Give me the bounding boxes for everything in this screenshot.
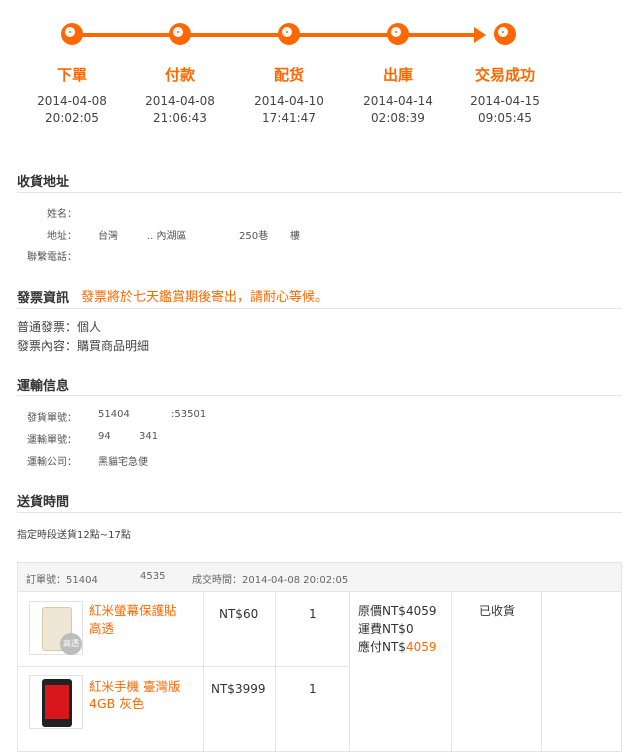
order-number-tail: 4535 <box>140 571 166 582</box>
delivery-window: 指定時段送貨12點~17點 <box>17 530 131 541</box>
progress-step: 付款 2014-04-08 21:06:43 <box>125 64 235 127</box>
step-node-icon <box>387 23 409 45</box>
tracking-number-part: 94 <box>98 431 111 442</box>
step-date: 2014-04-14 <box>363 94 433 108</box>
phone-key: 聯繫電話： <box>27 252 77 263</box>
address-key: 地址： <box>47 231 77 242</box>
step-date: 2014-04-10 <box>254 94 324 108</box>
ship-number-key: 發貨單號： <box>27 413 77 424</box>
phone-screen-icon <box>45 685 69 719</box>
step-label: 配货 <box>273 66 304 84</box>
item-quantity: 1 <box>309 682 317 696</box>
tracking-number-key: 運輸單號： <box>27 435 77 446</box>
address-district: .. 內湖區 <box>147 231 187 242</box>
step-date: 2014-04-08 <box>37 94 107 108</box>
invoice-type: 普通發票：個人 <box>17 320 102 334</box>
progress-step: 下單 2014-04-08 20:02:05 <box>17 64 127 127</box>
carrier-name: 黑貓宅急便 <box>98 457 148 468</box>
step-node-icon <box>61 23 83 45</box>
step-node-icon <box>278 23 300 45</box>
address-floor: 樓 <box>290 231 300 242</box>
step-label: 下單 <box>56 66 87 84</box>
order-status: 已收貨 <box>479 604 516 618</box>
step-time: 20:02:05 <box>45 111 99 125</box>
product-thumbnail-screen-protector[interactable]: 高透 <box>29 601 83 655</box>
step-label: 付款 <box>164 66 195 84</box>
step-date: 2014-04-08 <box>145 94 215 108</box>
tracking-number-part: 341 <box>139 431 159 442</box>
item-price: NT$60 <box>219 607 259 621</box>
row-divider <box>18 666 349 667</box>
payable-prefix: 應付NT$ <box>358 640 406 654</box>
order-time: 成交時間：2014-04-08 20:02:05 <box>192 575 349 586</box>
order-number: 訂單號：51404 <box>26 575 98 586</box>
address-lane: 250巷 <box>239 231 269 242</box>
step-time: 17:41:47 <box>262 111 316 125</box>
address-region: 台灣 <box>98 231 118 242</box>
step-node-icon <box>494 23 516 45</box>
item-quantity: 1 <box>309 607 317 621</box>
column-divider <box>451 591 452 752</box>
step-label: 出庫 <box>382 66 413 84</box>
step-label: 交易成功 <box>474 66 535 84</box>
column-divider <box>203 591 204 752</box>
order-header: 訂單號：51404 4535 成交時間：2014-04-08 20:02:05 <box>18 563 621 592</box>
section-divider <box>17 192 622 193</box>
original-price: 原價NT$4059 <box>358 604 437 618</box>
product-name-line[interactable]: 紅米螢幕保護貼 <box>89 602 177 619</box>
product-name-line[interactable]: 4GB 灰色 <box>89 695 144 712</box>
column-divider <box>541 591 542 752</box>
section-divider <box>17 395 622 396</box>
step-node-icon <box>169 23 191 45</box>
step-time: 21:06:43 <box>153 111 207 125</box>
section-divider <box>17 512 622 513</box>
product-name-line[interactable]: 紅米手機 臺灣版 <box>89 678 180 695</box>
name-key: 姓名： <box>47 209 77 220</box>
carrier-key: 運輸公司： <box>27 457 77 468</box>
ship-number-part: :53501 <box>171 409 207 420</box>
progress-arrow-icon <box>474 27 486 43</box>
product-name-line[interactable]: 高透 <box>89 620 114 637</box>
progress-step: 交易成功 2014-04-15 09:05:45 <box>450 64 560 127</box>
step-time: 09:05:45 <box>478 111 532 125</box>
step-time: 02:08:39 <box>371 111 425 125</box>
phone-icon <box>42 679 72 727</box>
payable-value: 4059 <box>405 640 437 654</box>
thumb-tag: 高透 <box>60 633 82 655</box>
column-divider <box>349 591 350 752</box>
column-divider <box>275 591 276 752</box>
invoice-section-title: 發票資訊 <box>17 291 70 306</box>
step-date: 2014-04-15 <box>470 94 540 108</box>
section-divider <box>17 308 622 309</box>
product-thumbnail-redmi-phone[interactable] <box>29 675 83 729</box>
progress-step: 配货 2014-04-10 17:41:47 <box>234 64 344 127</box>
payable-amount: 應付NT$4059 <box>358 638 437 655</box>
item-price: NT$3999 <box>211 682 266 696</box>
invoice-notice: 發票將於七天鑑賞期後寄出，請耐心等候。 <box>81 290 329 305</box>
shipping-section-title: 運輸信息 <box>17 379 70 394</box>
ship-number-part: 51404 <box>98 409 130 420</box>
address-section-title: 收貨地址 <box>17 175 70 190</box>
invoice-content: 發票內容：購買商品明細 <box>17 339 150 353</box>
progress-step: 出庫 2014-04-14 02:08:39 <box>343 64 453 127</box>
freight-cost: 運費NT$0 <box>358 622 414 636</box>
progress-track <box>75 33 477 37</box>
delivery-section-title: 送貨時間 <box>17 495 70 510</box>
